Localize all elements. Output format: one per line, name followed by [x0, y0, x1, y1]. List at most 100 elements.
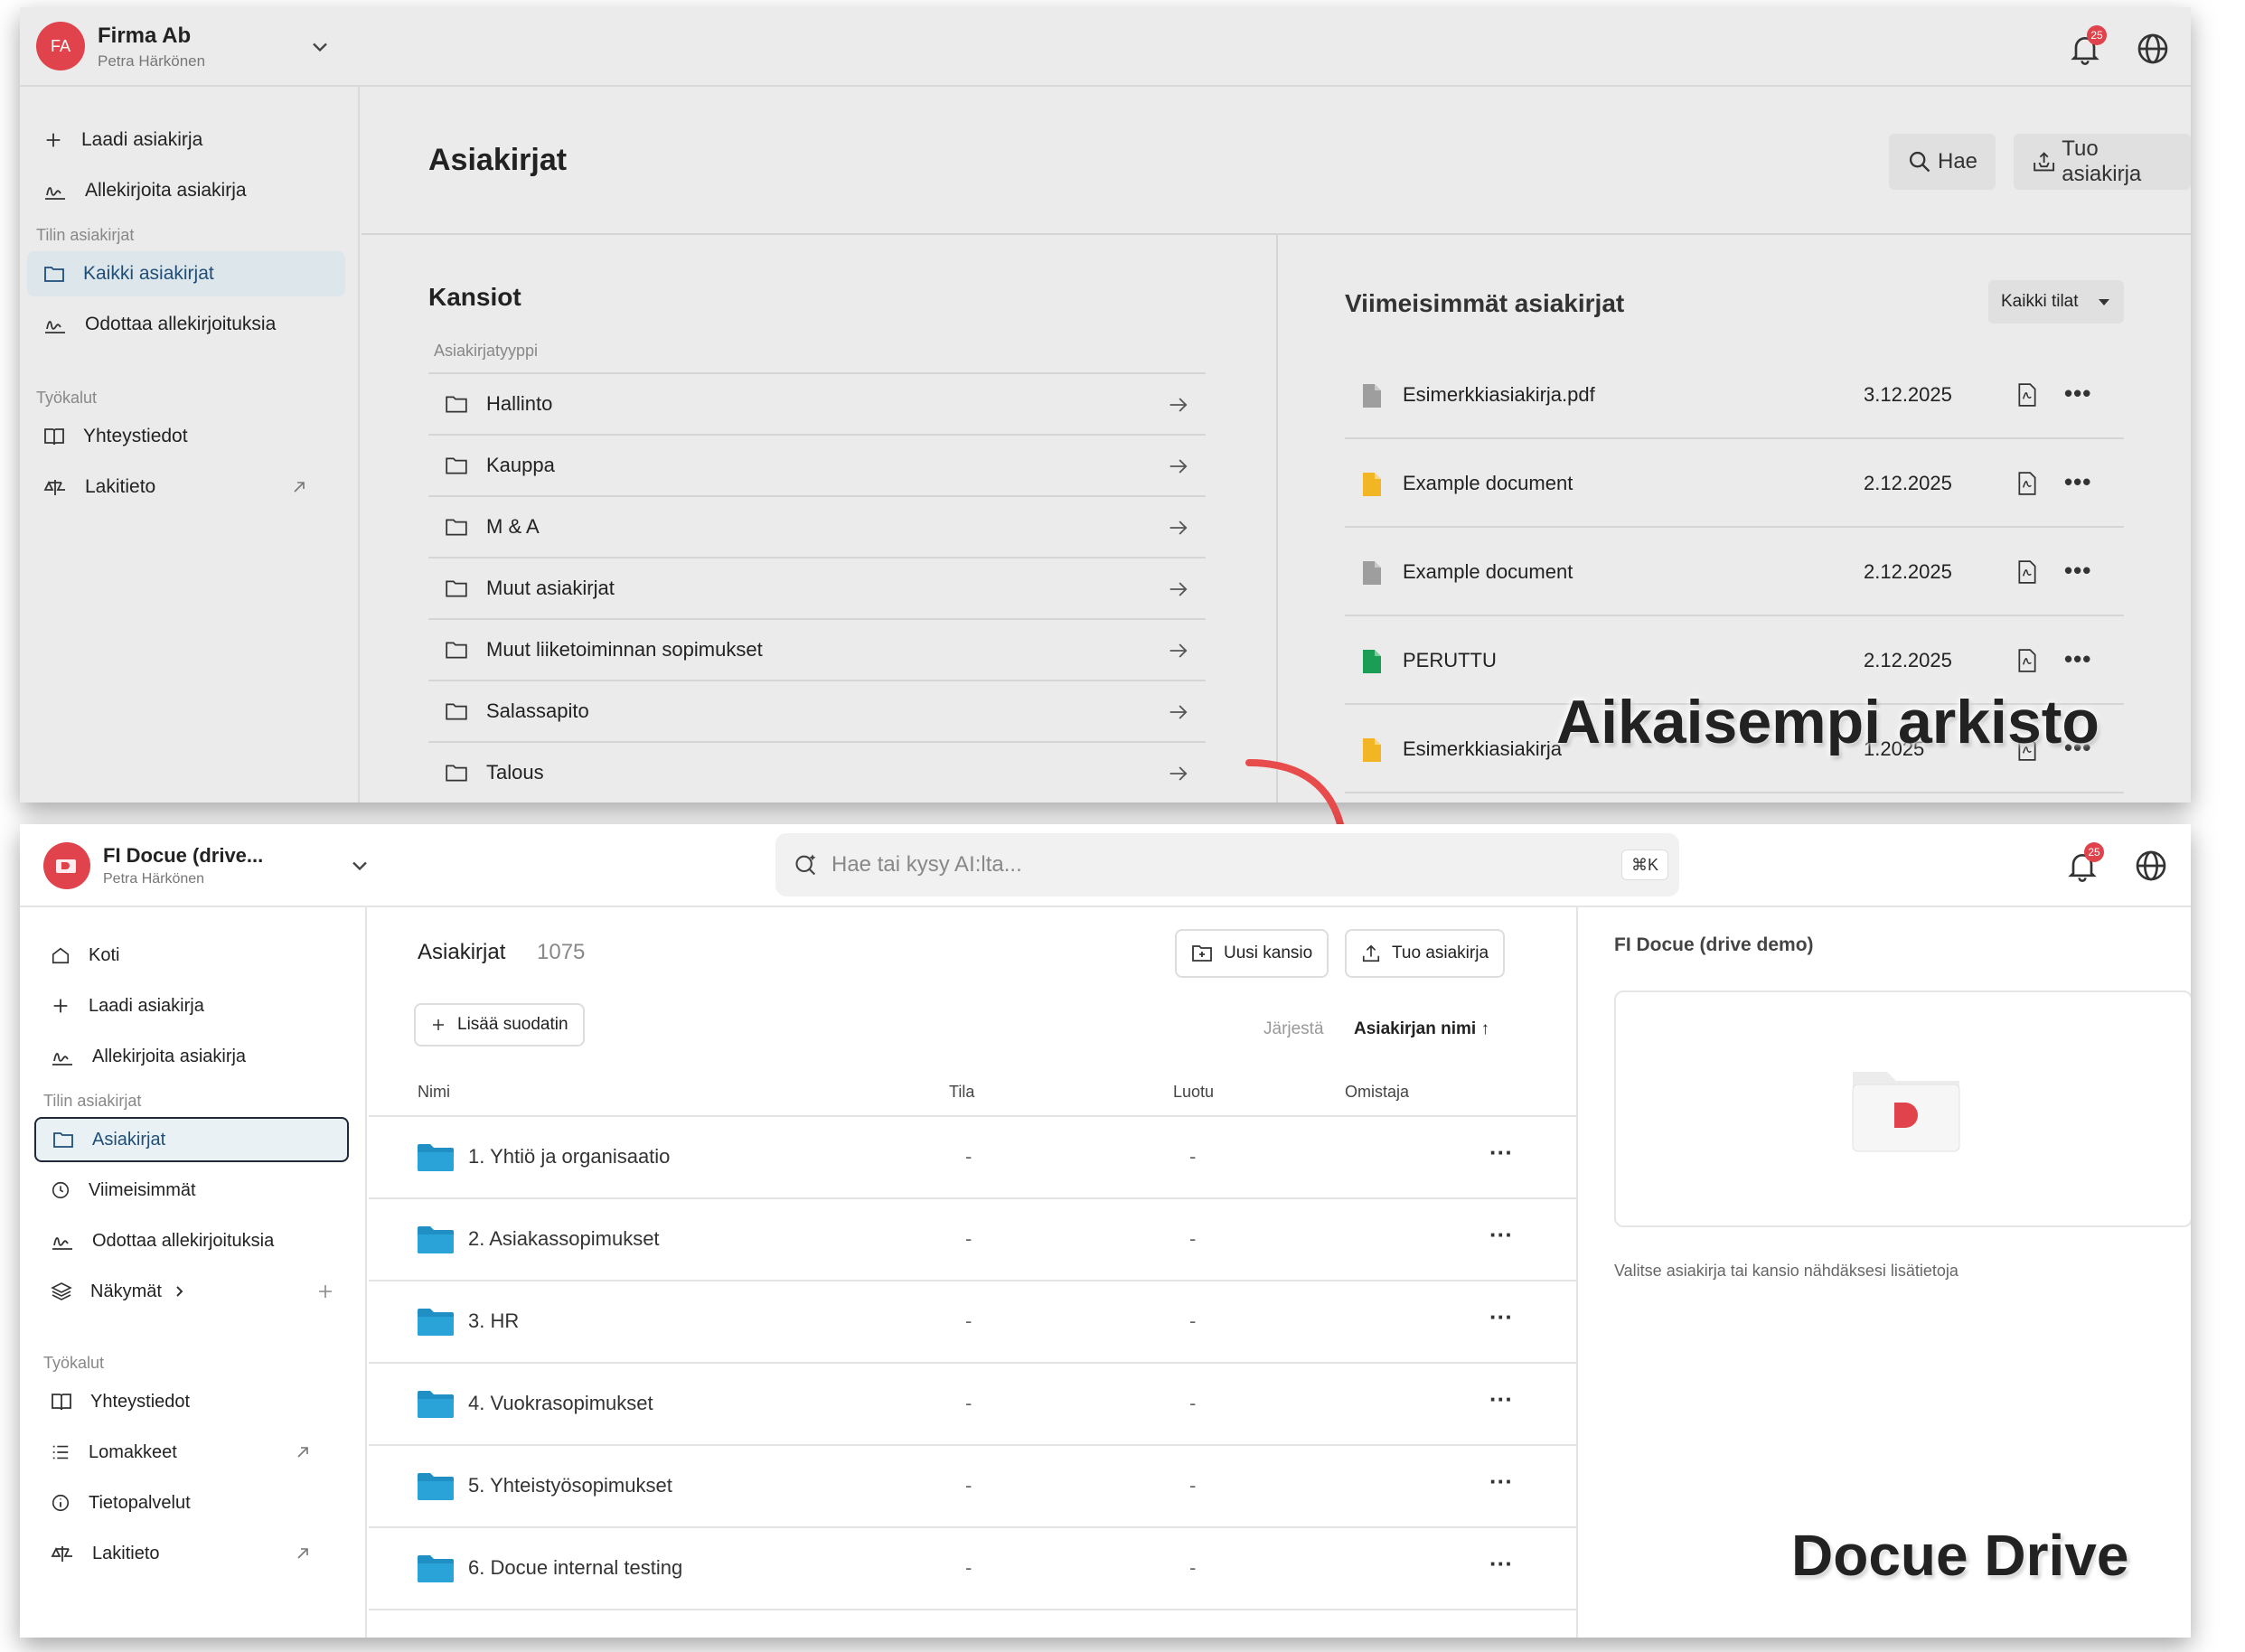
user-name: Petra Härkönen	[98, 52, 206, 70]
table-row[interactable]: 4. Vuokrasopimukset - - ···	[369, 1364, 1576, 1446]
recent-documents-title: Viimeisimmät asiakirjat	[1345, 289, 1625, 317]
sidebar-item-all-documents[interactable]: Kaikki asiakirjat	[27, 251, 345, 296]
search-button[interactable]: Hae	[1889, 134, 1996, 190]
column-header-owner[interactable]: Omistaja	[1345, 1083, 1409, 1102]
folder-row[interactable]: Hallinto	[428, 372, 1206, 434]
recent-document-row[interactable]: Esimerkkiasiakirja.pdf 3.12.2025 •••	[1345, 351, 2124, 439]
signature-icon	[45, 187, 65, 200]
sidebar-item-information-services[interactable]: Tietopalvelut	[34, 1480, 349, 1525]
sidebar-item-contacts[interactable]: Yhteystiedot	[27, 414, 345, 459]
sidebar-item-views[interactable]: Näkymät	[34, 1269, 349, 1314]
more-options-icon[interactable]: •••	[2064, 645, 2091, 673]
pdf-file-icon[interactable]	[2017, 383, 2037, 407]
drive-overlay-label: Docue Drive	[1791, 1523, 2129, 1588]
details-hint: Valitse asiakirja tai kansio nähdäksesi …	[1614, 1262, 1959, 1280]
folder-row[interactable]: M & A	[428, 495, 1206, 557]
column-header-name[interactable]: Nimi	[418, 1083, 450, 1102]
archive-overlay-label: Aikaisempi arkisto	[1556, 688, 2099, 756]
table-row[interactable]: 5. Yhteistyösopimukset - - ···	[369, 1446, 1576, 1528]
sidebar-item-contacts[interactable]: Yhteystiedot	[34, 1379, 349, 1424]
status-filter-dropdown[interactable]: Kaikki tilat	[1988, 280, 2124, 324]
status-cell: -	[965, 1227, 972, 1250]
sidebar-item-home[interactable]: Koti	[34, 933, 349, 978]
column-header-created[interactable]: Luotu	[1173, 1083, 1214, 1102]
folder-name: Hallinto	[486, 392, 553, 415]
more-options-icon[interactable]: ···	[1489, 1139, 1513, 1167]
folder-icon	[446, 703, 467, 720]
folder-name: Kauppa	[486, 454, 555, 476]
pdf-file-icon[interactable]	[2017, 649, 2037, 672]
import-button-label: Tuo asiakirja	[2062, 136, 2142, 186]
archive-topbar: FA Firma Ab Petra Härkönen 25	[20, 7, 2191, 87]
globe-icon[interactable]	[2135, 31, 2171, 67]
table-row[interactable]: 6. Docue internal testing - - ···	[369, 1528, 1576, 1610]
more-options-icon[interactable]: •••	[2064, 380, 2091, 408]
sidebar-item-sign[interactable]: Allekirjoita asiakirja	[34, 1034, 349, 1079]
search-bar[interactable]: ⌘K	[775, 833, 1679, 896]
sidebar-item-awaiting-signatures[interactable]: Odottaa allekirjoituksia	[34, 1218, 349, 1263]
folder-row[interactable]: Salassapito	[428, 680, 1206, 741]
folder-row[interactable]: Talous	[428, 741, 1206, 803]
external-link-icon	[297, 1447, 308, 1458]
sidebar-item-create[interactable]: Laadi asiakirja	[27, 117, 345, 163]
more-options-icon[interactable]: ···	[1489, 1303, 1513, 1331]
folder-icon	[446, 642, 467, 659]
search-button-label: Hae	[1938, 149, 1978, 174]
add-view-icon[interactable]	[316, 1282, 334, 1300]
more-options-icon[interactable]: ···	[1489, 1385, 1513, 1413]
add-filter-button[interactable]: Lisää suodatin	[414, 1003, 585, 1047]
column-header-status[interactable]: Tila	[949, 1083, 974, 1102]
pdf-file-icon[interactable]	[2017, 560, 2037, 584]
import-document-button[interactable]: Tuo asiakirja	[2014, 134, 2191, 190]
table-row[interactable]: 2. Asiakassopimukset - - ···	[369, 1199, 1576, 1281]
more-options-icon[interactable]: ···	[1489, 1468, 1513, 1496]
more-options-icon[interactable]: •••	[2064, 468, 2091, 496]
folder-name: 3. HR	[468, 1309, 520, 1332]
folder-row[interactable]: Muut liiketoiminnan sopimukset	[428, 618, 1206, 680]
more-options-icon[interactable]: ···	[1489, 1221, 1513, 1249]
arrow-right-icon	[1169, 766, 1188, 781]
folder-name: 2. Asiakassopimukset	[468, 1227, 660, 1250]
sidebar-item-forms[interactable]: Lomakkeet	[34, 1430, 349, 1475]
org-avatar[interactable]: FA	[36, 22, 85, 70]
search-input[interactable]	[831, 833, 1555, 896]
org-name[interactable]: FI Docue (drive...	[103, 844, 263, 868]
section-heading-tools: Työkalut	[43, 1354, 105, 1372]
signature-icon	[52, 1053, 72, 1065]
more-options-icon[interactable]: •••	[2064, 557, 2091, 585]
recent-document-row[interactable]: Example document 2.12.2025 •••	[1345, 439, 2124, 528]
sidebar-item-sign[interactable]: Allekirjoita asiakirja	[27, 168, 345, 213]
status-filter-label: Kaikki tilat	[2001, 292, 2079, 311]
folder-plus-icon	[1192, 945, 1212, 962]
import-document-button[interactable]: Tuo asiakirja	[1345, 929, 1506, 978]
sidebar-item-legal-info[interactable]: Lakitieto	[34, 1531, 349, 1576]
table-row[interactable]: 1. Yhtiö ja organisaatio - - ···	[369, 1117, 1576, 1199]
more-options-icon[interactable]: ···	[1489, 1550, 1513, 1578]
document-date: 3.12.2025	[1864, 383, 1952, 406]
status-cell: -	[965, 1309, 972, 1332]
sidebar-item-legal-info[interactable]: Lakitieto	[27, 465, 345, 510]
document-icon	[1363, 650, 1381, 673]
document-icon	[1363, 473, 1381, 496]
sidebar-item-label: Tietopalvelut	[89, 1492, 191, 1513]
chevron-down-icon[interactable]	[347, 853, 372, 878]
globe-icon[interactable]	[2133, 848, 2169, 884]
folder-row[interactable]: Kauppa	[428, 434, 1206, 495]
chevron-down-icon[interactable]	[307, 34, 333, 60]
sort-dropdown[interactable]: Asiakirjan nimi ↑	[1354, 1019, 1489, 1039]
new-folder-button[interactable]: Uusi kansio	[1175, 929, 1329, 978]
sidebar-item-create[interactable]: Laadi asiakirja	[34, 983, 349, 1028]
org-logo[interactable]	[43, 842, 90, 889]
sidebar-item-awaiting-signatures[interactable]: Odottaa allekirjoituksia	[27, 302, 345, 347]
org-name[interactable]: Firma Ab	[98, 23, 191, 49]
book-icon	[44, 428, 64, 446]
created-cell: -	[1189, 1309, 1197, 1332]
sidebar-item-documents[interactable]: Asiakirjat	[34, 1117, 349, 1162]
document-name: Example document	[1403, 472, 1573, 494]
pdf-file-icon[interactable]	[2017, 472, 2037, 495]
folder-row[interactable]: Muut asiakirjat	[428, 557, 1206, 618]
sidebar-item-recent[interactable]: Viimeisimmät	[34, 1168, 349, 1213]
recent-document-row[interactable]: Example document 2.12.2025 •••	[1345, 528, 2124, 616]
table-row[interactable]: 3. HR - - ···	[369, 1281, 1576, 1364]
add-filter-label: Lisää suodatin	[457, 1015, 568, 1034]
